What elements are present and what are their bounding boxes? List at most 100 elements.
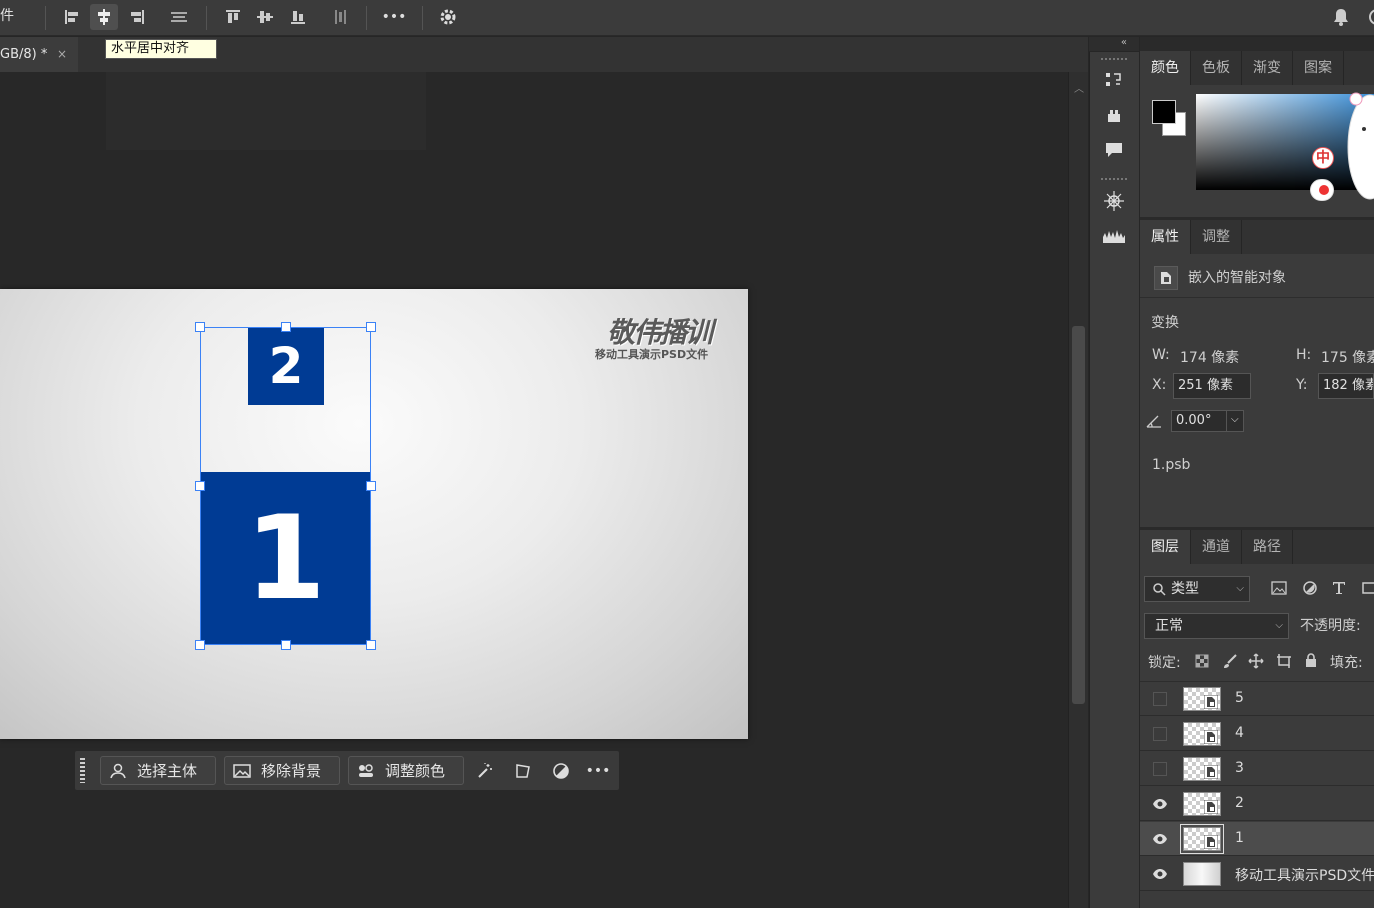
filter-type-icon[interactable] xyxy=(1331,580,1347,596)
transform-handle-top[interactable] xyxy=(281,322,291,332)
blend-mode-select[interactable]: 正常 ⌵ xyxy=(1144,613,1289,639)
layer-row[interactable]: 2 xyxy=(1140,787,1374,821)
eye-icon[interactable] xyxy=(1152,866,1168,882)
tab-properties[interactable]: 属性 xyxy=(1140,220,1191,254)
eye-icon[interactable] xyxy=(1152,831,1168,847)
separator xyxy=(206,6,207,30)
foreground-color-swatch[interactable] xyxy=(1152,100,1176,124)
distribute-vertical-icon[interactable] xyxy=(326,4,354,30)
layer-filter-select[interactable]: 类型 ⌵ xyxy=(1144,576,1250,602)
filter-adjustment-icon[interactable] xyxy=(1302,580,1318,596)
lock-artboard-icon[interactable] xyxy=(1276,653,1292,669)
lock-brush-icon[interactable] xyxy=(1222,653,1238,669)
transform-handle-top-left[interactable] xyxy=(195,322,205,332)
linked-file-name: 1.psb xyxy=(1152,457,1191,473)
transform-icon[interactable] xyxy=(512,760,534,782)
lock-all-icon[interactable] xyxy=(1304,652,1318,668)
eye-icon[interactable] xyxy=(1152,796,1168,812)
document-tab[interactable]: GB/8) * × xyxy=(0,37,78,72)
tab-swatches[interactable]: 色板 xyxy=(1191,51,1242,85)
height-value[interactable]: 175 像素 xyxy=(1321,347,1374,367)
collapse-panels-toggle[interactable]: « xyxy=(1089,37,1139,51)
transform-bounding-box[interactable] xyxy=(200,327,371,645)
close-icon[interactable]: × xyxy=(57,47,67,61)
tab-paths[interactable]: 路径 xyxy=(1242,530,1293,564)
tab-color[interactable]: 颜色 xyxy=(1140,51,1191,85)
vertical-scrollbar[interactable]: ︿ xyxy=(1068,72,1088,908)
navigator-icon[interactable] xyxy=(1102,189,1126,213)
distribute-horizontal-icon[interactable] xyxy=(165,4,193,30)
remove-background-button[interactable]: 移除背景 xyxy=(224,756,340,785)
transform-handle-bottom[interactable] xyxy=(281,640,291,650)
layer-row[interactable]: 4 xyxy=(1140,717,1374,751)
layer-thumbnail xyxy=(1183,722,1221,746)
drag-handle[interactable] xyxy=(80,758,85,783)
transform-section-label: 变换 xyxy=(1151,315,1179,331)
history-icon[interactable] xyxy=(1102,68,1126,92)
layer-row[interactable]: 5 xyxy=(1140,682,1374,716)
tab-channels[interactable]: 通道 xyxy=(1191,530,1242,564)
align-vertical-center-icon[interactable] xyxy=(251,4,279,30)
y-position-field[interactable]: 182 像素 xyxy=(1318,373,1374,399)
smart-object-badge-icon xyxy=(1203,834,1219,850)
transform-handle-bottom-right[interactable] xyxy=(366,640,376,650)
align-horizontal-center-icon[interactable] xyxy=(90,4,118,30)
visibility-toggle[interactable] xyxy=(1153,762,1167,776)
bell-icon[interactable] xyxy=(1327,4,1355,30)
transform-handle-left[interactable] xyxy=(195,481,205,491)
rotation-angle-field[interactable]: 0.00° xyxy=(1171,410,1227,432)
brand-title: 敬伟播训 xyxy=(607,316,713,349)
chevron-down-icon[interactable]: ⌵ xyxy=(1226,410,1244,432)
align-top-icon[interactable] xyxy=(219,4,247,30)
layer-thumbnail xyxy=(1183,687,1221,711)
separator xyxy=(45,6,46,30)
visibility-toggle[interactable] xyxy=(1153,727,1167,741)
magic-wand-icon[interactable] xyxy=(474,760,496,782)
tab-layers[interactable]: 图层 xyxy=(1140,530,1191,564)
ime-badge[interactable]: 中 xyxy=(1312,147,1334,169)
x-position-field[interactable]: 251 像素 xyxy=(1173,373,1251,399)
layer-name: 4 xyxy=(1235,725,1244,741)
cloud-icon[interactable] xyxy=(1360,4,1374,30)
align-right-icon[interactable] xyxy=(123,4,151,30)
transform-handle-right[interactable] xyxy=(366,481,376,491)
lock-move-icon[interactable] xyxy=(1248,653,1264,669)
transform-handle-bottom-left[interactable] xyxy=(195,640,205,650)
panel-grip[interactable] xyxy=(1101,178,1127,180)
layer-row[interactable]: 3 xyxy=(1140,752,1374,786)
opacity-label: 不透明度: xyxy=(1300,618,1361,634)
plugin-icon[interactable] xyxy=(1102,104,1126,128)
layer-row[interactable]: 移动工具演示PSD文件 xyxy=(1140,857,1374,891)
histogram-icon[interactable] xyxy=(1102,224,1126,248)
blend-mode-value: 正常 xyxy=(1155,618,1183,634)
more-options-icon[interactable]: ••• xyxy=(586,760,611,782)
more-options-icon[interactable]: ••• xyxy=(380,4,408,30)
align-bottom-icon[interactable] xyxy=(284,4,312,30)
filter-shape-icon[interactable] xyxy=(1361,580,1374,596)
scroll-up-icon[interactable]: ︿ xyxy=(1074,80,1084,95)
adjust-color-button[interactable]: 调整颜色 xyxy=(348,756,464,785)
visibility-toggle[interactable] xyxy=(1153,692,1167,706)
scrollbar-thumb[interactable] xyxy=(1072,326,1085,704)
width-value[interactable]: 174 像素 xyxy=(1180,347,1239,367)
height-label: H: xyxy=(1296,347,1312,363)
remove-background-label: 移除背景 xyxy=(261,762,322,780)
tab-adjustments[interactable]: 调整 xyxy=(1191,220,1242,254)
layer-row[interactable]: 1 xyxy=(1140,822,1374,856)
x-label: X: xyxy=(1152,377,1167,393)
gear-icon[interactable] xyxy=(434,4,462,30)
panel-grip[interactable] xyxy=(1101,58,1127,60)
menu-file-fragment[interactable]: 文件 xyxy=(0,5,14,25)
panel-icon-strip xyxy=(1089,52,1139,908)
divider xyxy=(1140,297,1374,298)
ime-toolbar-icon[interactable] xyxy=(1310,179,1334,201)
select-subject-button[interactable]: 选择主体 xyxy=(100,756,216,785)
lock-transparent-icon[interactable] xyxy=(1195,654,1209,668)
tab-gradients[interactable]: 渐变 xyxy=(1242,51,1293,85)
contrast-icon[interactable] xyxy=(550,760,572,782)
comment-icon[interactable] xyxy=(1102,138,1126,162)
filter-pixel-icon[interactable] xyxy=(1271,581,1287,595)
tab-patterns[interactable]: 图案 xyxy=(1293,51,1344,85)
align-left-icon[interactable] xyxy=(58,4,86,30)
transform-handle-top-right[interactable] xyxy=(366,322,376,332)
